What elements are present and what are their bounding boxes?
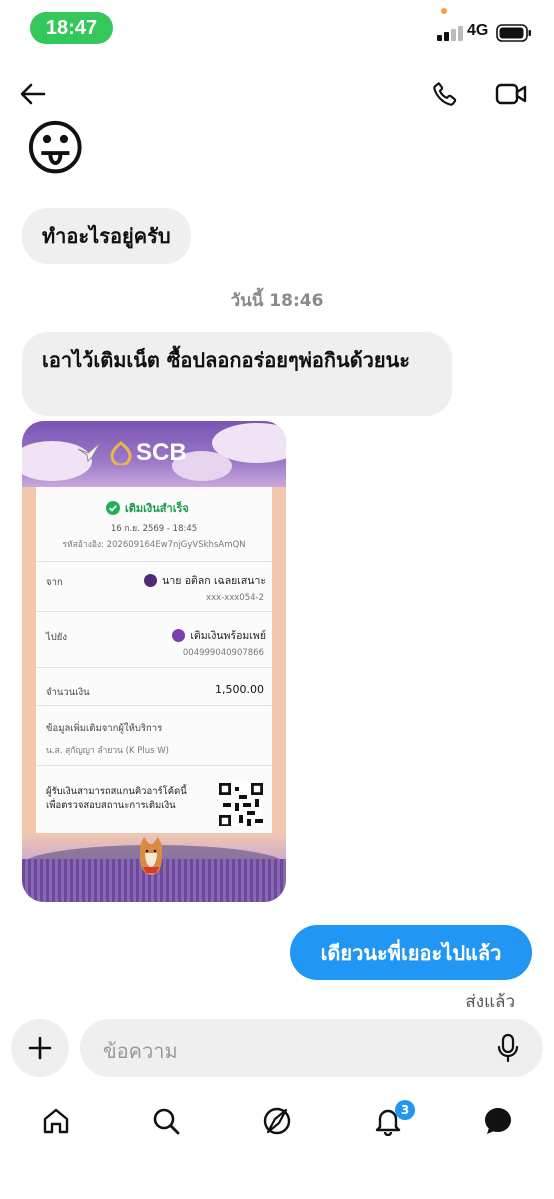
to-account-number: 004999040907866 [182,648,264,658]
plus-icon [28,1036,52,1060]
receipt-reference: รหัสอ้างอิง: 202609164Ew7njGyVSkhsAmQN [62,540,246,550]
video-call-button[interactable] [492,76,530,112]
nav-search[interactable] [146,1102,186,1140]
to-account-row: เติมเงินพร้อมเพย์ [172,627,266,644]
scb-account-icon [144,574,158,587]
voice-message-button[interactable] [490,1030,526,1066]
qr-code [219,783,263,827]
contact-name[interactable] [60,82,210,106]
compass-icon [263,1107,291,1135]
receipt-datetime: 16 ก.ย. 2569 - 18:45 [110,524,198,534]
from-label: จาก [46,577,63,588]
message-bubble-incoming[interactable]: ทำอะไรอยู่ครับ [22,208,191,264]
scb-logo: SCB [110,439,187,467]
message-bubble-incoming[interactable]: เอาไว้เติมเน็ต ซื้อปลอกอร่อยๆพ่อกินด้วยน… [22,332,452,416]
receipt-slip: เติมเงินสำเร็จ 16 ก.ย. 2569 - 18:45 รหัส… [36,487,272,833]
receipt-image-message[interactable]: SCB เติมเงินสำเร็จ 16 ก.ย. 2569 - 18:45 … [22,421,286,902]
extra-info-label: ข้อมูลเพิ่มเติมจากผู้ให้บริการ [46,723,163,734]
check-circle-icon [106,501,120,515]
nav-messages[interactable] [478,1102,518,1140]
message-timestamp: วันนี้ 18:46 [230,291,324,311]
sent-status: ส่งแล้ว [465,992,515,1012]
qr-note: ผู้รับเงินสามารถสแกนคิวอาร์โค้ดนี้เพื่อต… [46,786,187,811]
bank-name: SCB [136,439,187,466]
message-text: เอาไว้เติมเน็ต ซื้อปลอกอร่อยๆพ่อกินด้วยน… [42,348,411,372]
privacy-indicator [441,8,447,14]
message-bubble-outgoing[interactable]: เดียวนะพี่เยอะไปแล้ว [290,925,532,980]
video-camera-icon [495,83,527,105]
notification-badge: 3 [395,1100,415,1120]
from-account-row: นาย อติลก เฉลยเสนาะ [144,572,266,589]
nav-home[interactable] [36,1102,76,1140]
emoji-message[interactable]: 😛 [24,114,87,188]
signal-icon [437,25,463,41]
add-attachment-button[interactable] [11,1019,69,1077]
from-account-number: xxx-xxx054-2 [206,593,264,603]
battery-icon [496,24,531,42]
home-icon [43,1108,69,1134]
arrow-left-icon [20,83,46,105]
message-text: เดียวนะพี่เยอะไปแล้ว [320,940,502,965]
back-button[interactable] [14,77,52,111]
wallet-icon [172,629,186,642]
phone-icon [433,82,457,106]
status-time: 18:47 [30,12,113,44]
message-input-placeholder: ข้อความ [103,1039,178,1063]
receipt-footer-illustration [22,833,286,902]
receipt-status: เติมเงินสำเร็จ [106,499,189,517]
call-button[interactable] [426,76,464,112]
nav-explore[interactable] [257,1102,297,1140]
message-text: ทำอะไรอยู่ครับ [42,224,171,248]
amount-label: จำนวนเงิน [46,687,90,698]
search-icon [153,1108,180,1135]
microphone-icon [497,1033,519,1063]
bird-icon [77,442,101,463]
network-type: 4G [467,22,489,39]
chat-bubble-icon [485,1108,511,1134]
extra-info-value: น.ส. สุกัญญา ลำยวน (K Plus W) [46,746,169,756]
to-label: ไปยัง [46,632,68,643]
receipt-header-banner: SCB [22,421,286,487]
amount-value: 1,500.00 [215,683,264,696]
shiba-dog-illustration [140,837,162,875]
